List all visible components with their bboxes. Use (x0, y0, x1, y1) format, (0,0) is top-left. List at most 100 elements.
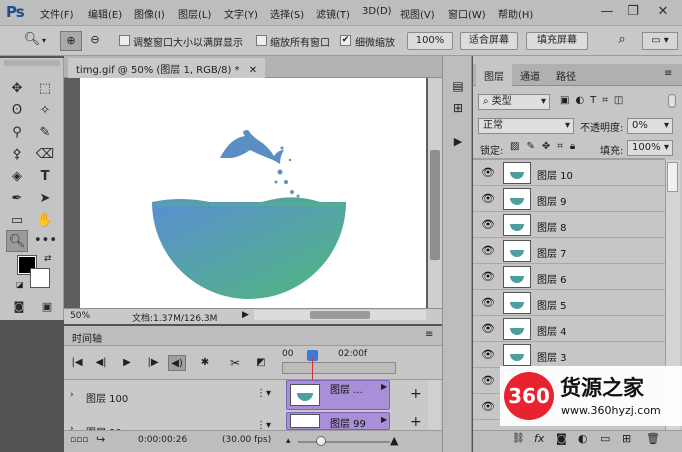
layer-row[interactable]: 👁︎ 图层 6 (473, 264, 665, 290)
layer-row[interactable]: 👁︎ 图层 8 (473, 212, 665, 238)
add-mask-icon[interactable]: ◙ (556, 432, 567, 445)
menu-3d[interactable]: 3D(D) (362, 6, 392, 17)
more-tools-icon[interactable]: ••• (34, 230, 57, 252)
menu-type[interactable]: 文字(Y) (224, 6, 258, 21)
visibility-eye-icon[interactable]: 👁︎ (481, 400, 495, 414)
add-media-icon[interactable]: + (410, 414, 422, 430)
work-area-bar[interactable] (282, 362, 396, 374)
zoom-100-button[interactable]: 100% (407, 32, 453, 50)
expand-row-icon[interactable]: › (70, 390, 74, 400)
zoom-tool-preset-icon[interactable]: 🔍︎ (22, 32, 42, 50)
search-icon[interactable]: ⌕ (612, 32, 632, 50)
status-menu-arrow-icon[interactable]: ▶ (242, 310, 249, 320)
timeline-zoom-thumb[interactable] (316, 436, 326, 446)
layer-row[interactable]: 👁︎ 图层 3 (473, 342, 665, 368)
audio-mute-icon[interactable]: ◀) (168, 355, 186, 371)
swap-colors-icon[interactable]: ⇄ (44, 254, 52, 264)
hand-tool-icon[interactable]: ✋ (34, 210, 56, 232)
menu-image[interactable]: 图像(I) (134, 6, 165, 21)
workspace-switcher[interactable]: ▭ ▾ (642, 32, 678, 50)
zoom-all-windows-checkbox[interactable] (256, 35, 267, 46)
visibility-eye-icon[interactable]: 👁︎ (481, 270, 495, 284)
document-tab[interactable]: timg.gif @ 50% (图层 1, RGB/8) * ✕ (68, 58, 266, 78)
menu-layer[interactable]: 图层(L) (178, 6, 211, 21)
scrubby-zoom-checkbox[interactable]: ✔ (340, 35, 351, 46)
layer-row[interactable]: 👁︎ 图层 5 (473, 290, 665, 316)
delete-layer-icon[interactable]: 🗑︎ (646, 432, 660, 445)
toolbar-grip[interactable] (4, 60, 60, 66)
track-menu-icon[interactable]: ⋮▾ (256, 388, 271, 399)
properties-panel-icon[interactable]: ⊞ (447, 98, 469, 118)
menu-edit[interactable]: 编辑(E) (88, 6, 122, 21)
fill-field[interactable]: 100% ▾ (627, 140, 673, 156)
visibility-eye-icon[interactable]: 👁︎ (481, 244, 495, 258)
tab-channels[interactable]: 通道 (512, 64, 548, 86)
close-icon[interactable]: ✕ (652, 2, 674, 22)
convert-icon[interactable]: ↪ (96, 433, 105, 446)
canvas-scroll-thumb[interactable] (430, 150, 440, 260)
layers-scroll-thumb[interactable] (667, 162, 678, 192)
first-frame-icon[interactable]: |◀ (68, 355, 86, 371)
close-tab-icon[interactable]: ✕ (249, 65, 257, 76)
timeline-settings-icon[interactable]: ✱ (196, 355, 214, 371)
rectangle-tool-icon[interactable]: ▭ (6, 210, 28, 232)
chevron-down-icon[interactable]: ▾ (42, 36, 46, 45)
menu-view[interactable]: 视图(V) (400, 6, 435, 21)
brush-tool-icon[interactable]: ✎ (34, 122, 56, 144)
visibility-eye-icon[interactable]: 👁︎ (481, 374, 495, 388)
link-layers-icon[interactable]: ⛓ (512, 433, 525, 444)
actions-panel-icon[interactable]: ▶ (447, 132, 469, 152)
clip-options-icon[interactable]: ▶ (381, 415, 387, 424)
filter-toggle[interactable] (668, 94, 676, 108)
zoom-in-timeline-icon[interactable]: ▲ (390, 434, 398, 447)
type-tool-icon[interactable]: T (34, 166, 56, 188)
pen-tool-icon[interactable]: ✒ (6, 188, 28, 210)
add-media-icon[interactable]: + (410, 386, 422, 402)
visibility-eye-icon[interactable]: 👁︎ (481, 348, 495, 362)
visibility-eye-icon[interactable]: 👁︎ (481, 218, 495, 232)
layer-row[interactable]: 👁︎ 图层 10 (473, 160, 665, 186)
horizontal-scroll-thumb[interactable] (310, 311, 370, 319)
zoom-in-icon[interactable]: ⊕ (60, 31, 82, 51)
zoom-out-icon[interactable]: ⊖ (84, 31, 106, 51)
play-icon[interactable]: ▶ (118, 355, 136, 371)
adjustment-layer-icon[interactable]: ◐ (578, 432, 588, 445)
visibility-eye-icon[interactable]: 👁︎ (481, 322, 495, 336)
layer-row[interactable]: 👁︎ 图层 4 (473, 316, 665, 342)
restore-icon[interactable]: ❐ (622, 2, 644, 22)
menu-filter[interactable]: 滤镜(T) (316, 6, 350, 21)
menu-file[interactable]: 文件(F) (40, 6, 74, 21)
zoom-level[interactable]: 50% (70, 311, 100, 321)
menu-select[interactable]: 选择(S) (270, 6, 304, 21)
layer-filter-kind-dropdown[interactable]: ⌕ 类型 ▾ (478, 94, 550, 110)
timeline-zoom-slider[interactable] (298, 441, 390, 443)
marquee-tool-icon[interactable]: ⬚ (34, 78, 56, 100)
layer-style-icon[interactable]: fx (534, 432, 544, 445)
move-tool-icon[interactable]: ✥ (6, 78, 28, 100)
zoom-tool-icon[interactable]: 🔍︎ (6, 230, 28, 252)
minimize-icon[interactable]: — (596, 2, 618, 22)
new-group-icon[interactable]: ▭ (600, 432, 610, 445)
new-layer-icon[interactable]: ⊞ (622, 432, 631, 445)
lock-options-icons[interactable]: ▨✎✥⌗🔒︎ (510, 141, 582, 152)
eraser-tool-icon[interactable]: ⌫ (34, 144, 56, 166)
screen-mode-icon[interactable]: ▣ (36, 296, 58, 318)
history-panel-icon[interactable]: ▤ (447, 76, 469, 96)
layer-filter-icons[interactable]: ▣◐T⌗◫ (560, 95, 629, 106)
resize-window-checkbox[interactable] (119, 35, 130, 46)
timeline-scrollbar[interactable] (428, 380, 440, 430)
default-colors-icon[interactable]: ◪ (16, 280, 24, 289)
fill-screen-button[interactable]: 填充屏幕 (526, 32, 588, 50)
background-color-swatch[interactable] (30, 268, 50, 288)
transition-icon[interactable]: ◩ (252, 355, 270, 371)
eyedropper-tool-icon[interactable]: ⚲ (6, 122, 28, 144)
timeline-title[interactable]: 时间轴 (72, 330, 102, 345)
visibility-eye-icon[interactable]: 👁︎ (481, 296, 495, 310)
quick-mask-icon[interactable]: ◙ (8, 296, 30, 318)
menu-window[interactable]: 窗口(W) (448, 6, 486, 21)
visibility-eye-icon[interactable]: 👁︎ (481, 192, 495, 206)
tab-paths[interactable]: 路径 (548, 64, 584, 86)
split-at-playhead-icon[interactable]: ✂ (226, 355, 244, 371)
track-name[interactable]: 图层 100 (86, 390, 128, 405)
fit-screen-button[interactable]: 适合屏幕 (460, 32, 518, 50)
